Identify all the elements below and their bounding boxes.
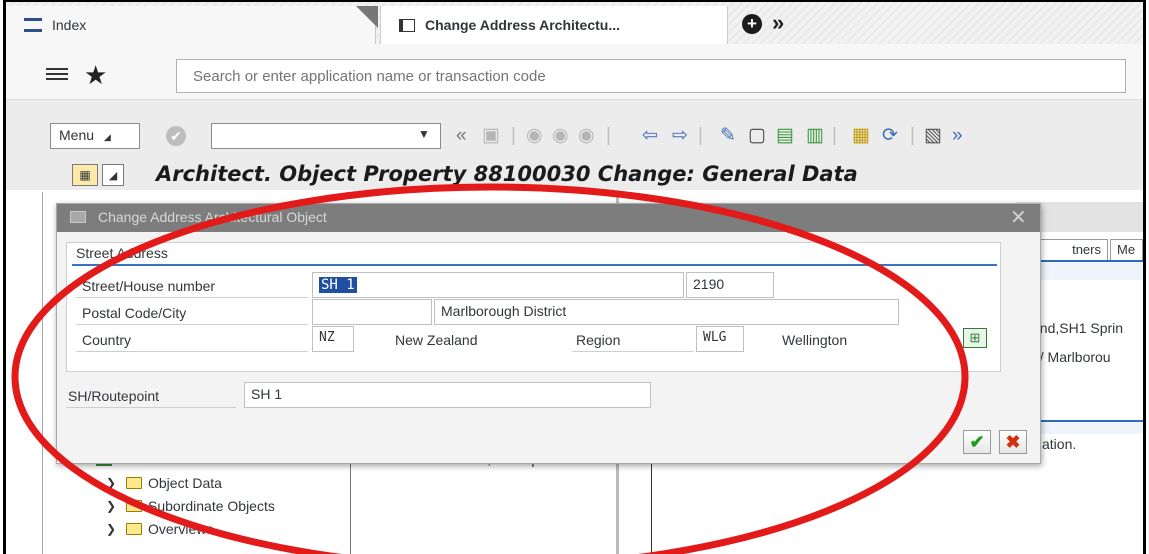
address-region-text: . / Marlborou	[1032, 349, 1111, 365]
hamburger-menu-icon[interactable]	[46, 68, 68, 84]
next-icon[interactable]: »	[952, 126, 963, 146]
enter-check-icon[interactable]: ✔	[166, 126, 186, 146]
save-icon[interactable]: ▣	[482, 126, 500, 146]
tab-index[interactable]: Index	[6, 6, 376, 44]
cancel-icon[interactable]: ◉	[578, 126, 595, 146]
separator-icon: |	[910, 125, 915, 146]
chevron-down-icon[interactable]: ▼	[418, 127, 430, 141]
menu-dropdown-icon: ◢	[103, 132, 111, 142]
favorites-star-icon[interactable]: ★	[84, 60, 107, 91]
separator-icon: |	[606, 125, 611, 146]
menu-button[interactable]: Menu ◢	[50, 123, 140, 149]
edit-icon[interactable]: ✎	[720, 126, 736, 146]
tab-fold-corner	[356, 6, 378, 28]
window-frame: Index Change Address Architectu... + » ★…	[3, 0, 1146, 554]
paste-icon[interactable]: ▥	[806, 126, 824, 146]
more-tabs-icon[interactable]: »	[772, 10, 784, 36]
shared-icon[interactable]: ▦	[852, 126, 870, 146]
list-icon	[399, 18, 415, 32]
tab-change-address[interactable]: Change Address Architectu...	[380, 6, 728, 44]
execute-icon[interactable]: ▧	[924, 126, 942, 146]
separator-icon: |	[832, 125, 837, 146]
right-arrow-icon[interactable]: ⇨	[672, 126, 688, 146]
annotation-ellipse	[11, 183, 969, 554]
index-icon	[24, 18, 42, 32]
refresh-icon[interactable]: ⟳	[882, 126, 898, 146]
previous-icon[interactable]: «	[456, 126, 467, 146]
exit-icon[interactable]: ◉	[552, 126, 569, 146]
address-short-text: and,SH1 Sprin	[1032, 320, 1124, 336]
search-input[interactable]	[176, 59, 1126, 93]
info-text: ation.	[1042, 436, 1077, 452]
copy-icon[interactable]: ▤	[776, 126, 794, 146]
tab-active-label: Change Address Architectu...	[425, 17, 621, 33]
add-tab-icon[interactable]: +	[742, 14, 762, 34]
separator-icon: |	[698, 125, 703, 146]
tab-index-label: Index	[52, 17, 87, 33]
left-arrow-icon[interactable]: ⇦	[642, 126, 658, 146]
new-icon[interactable]: ▢	[748, 126, 766, 146]
back-icon[interactable]: ◉	[526, 126, 543, 146]
tab-more[interactable]: Me	[1110, 239, 1143, 261]
separator-icon: |	[511, 125, 516, 146]
command-field[interactable]	[211, 123, 441, 149]
menu-button-label: Menu	[59, 127, 95, 143]
